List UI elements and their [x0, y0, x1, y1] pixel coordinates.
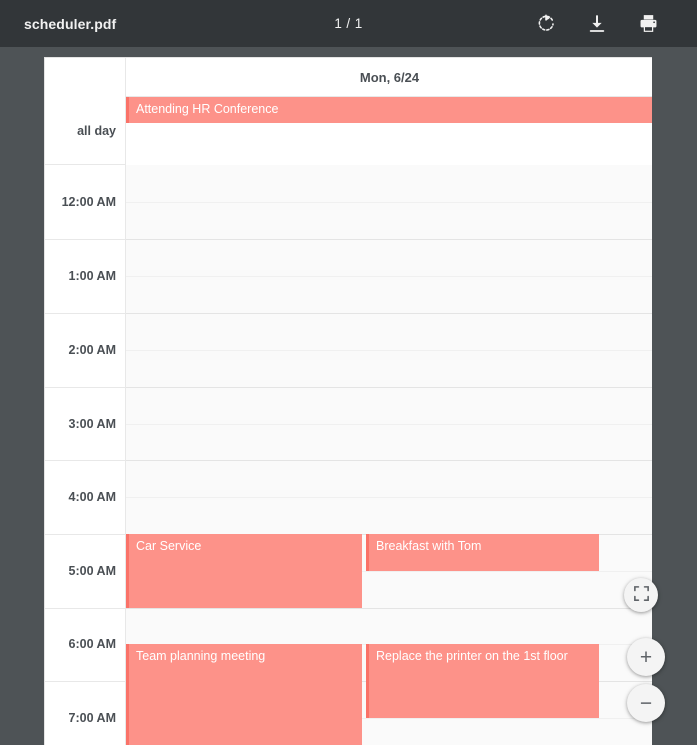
- hour-line: [126, 313, 652, 314]
- toolbar-actions: [535, 13, 659, 35]
- day-column[interactable]: Car Service Breakfast with Tom Team plan…: [126, 165, 652, 745]
- pdf-toolbar: scheduler.pdf 1 / 1: [0, 0, 697, 47]
- all-day-events-area: Attending HR Conference: [126, 97, 652, 165]
- document-title: scheduler.pdf: [24, 15, 117, 32]
- day-column-header: Mon, 6/24: [359, 70, 420, 85]
- hour-label: 6:00 AM: [68, 637, 116, 651]
- hour-label: 4:00 AM: [68, 490, 116, 504]
- calendar-event[interactable]: Replace the printer on the 1st floor: [366, 644, 599, 718]
- grid-line: [45, 608, 126, 609]
- hour-label: 5:00 AM: [68, 564, 116, 578]
- fit-to-page-icon: [633, 585, 650, 605]
- pdf-page: Mon, 6/24 all day Attending HR Conferenc…: [44, 57, 652, 745]
- grid-line: [45, 534, 126, 535]
- hour-line: [126, 239, 652, 240]
- print-icon[interactable]: [637, 13, 659, 35]
- half-hour-line: [126, 276, 652, 277]
- hour-label: 12:00 AM: [61, 195, 116, 209]
- hour-line: [126, 460, 652, 461]
- hour-label: 2:00 AM: [68, 343, 116, 357]
- half-hour-line: [126, 350, 652, 351]
- half-hour-line: [126, 424, 652, 425]
- grid-line: [45, 387, 126, 388]
- header-gutter: [45, 58, 126, 97]
- time-gutter: 12:00 AM 1:00 AM 2:00 AM 3:00 AM 4:00 AM…: [45, 165, 126, 745]
- half-hour-line: [126, 497, 652, 498]
- all-day-label: all day: [45, 97, 126, 165]
- zoom-in-button[interactable]: +: [627, 638, 665, 676]
- zoom-out-button[interactable]: −: [627, 684, 665, 722]
- grid-line: [45, 313, 126, 314]
- half-hour-line: [126, 202, 652, 203]
- all-day-event[interactable]: Attending HR Conference: [126, 97, 652, 123]
- hour-label: 1:00 AM: [68, 269, 116, 283]
- all-day-row: all day Attending HR Conference: [45, 97, 652, 165]
- rotate-clockwise-icon[interactable]: [535, 13, 557, 35]
- minus-icon: −: [639, 691, 653, 715]
- hour-line: [126, 608, 652, 609]
- hour-label: 3:00 AM: [68, 417, 116, 431]
- hour-line: [126, 387, 652, 388]
- calendar-header-row: Mon, 6/24: [45, 58, 652, 97]
- grid-line: [45, 239, 126, 240]
- calendar-event[interactable]: Car Service: [126, 534, 362, 608]
- grid-line: [45, 681, 126, 682]
- calendar-day-view: Mon, 6/24 all day Attending HR Conferenc…: [44, 57, 652, 745]
- time-grid: 12:00 AM 1:00 AM 2:00 AM 3:00 AM 4:00 AM…: [45, 165, 652, 745]
- pdf-viewer: scheduler.pdf 1 / 1 Mon, 6/24 all day At…: [0, 0, 697, 745]
- calendar-event[interactable]: Breakfast with Tom: [366, 534, 599, 571]
- plus-icon: +: [639, 645, 653, 669]
- fit-to-page-button[interactable]: [624, 578, 658, 612]
- download-icon[interactable]: [586, 13, 608, 35]
- hour-label: 7:00 AM: [68, 711, 116, 725]
- grid-line: [45, 460, 126, 461]
- calendar-event[interactable]: Team planning meeting: [126, 644, 362, 745]
